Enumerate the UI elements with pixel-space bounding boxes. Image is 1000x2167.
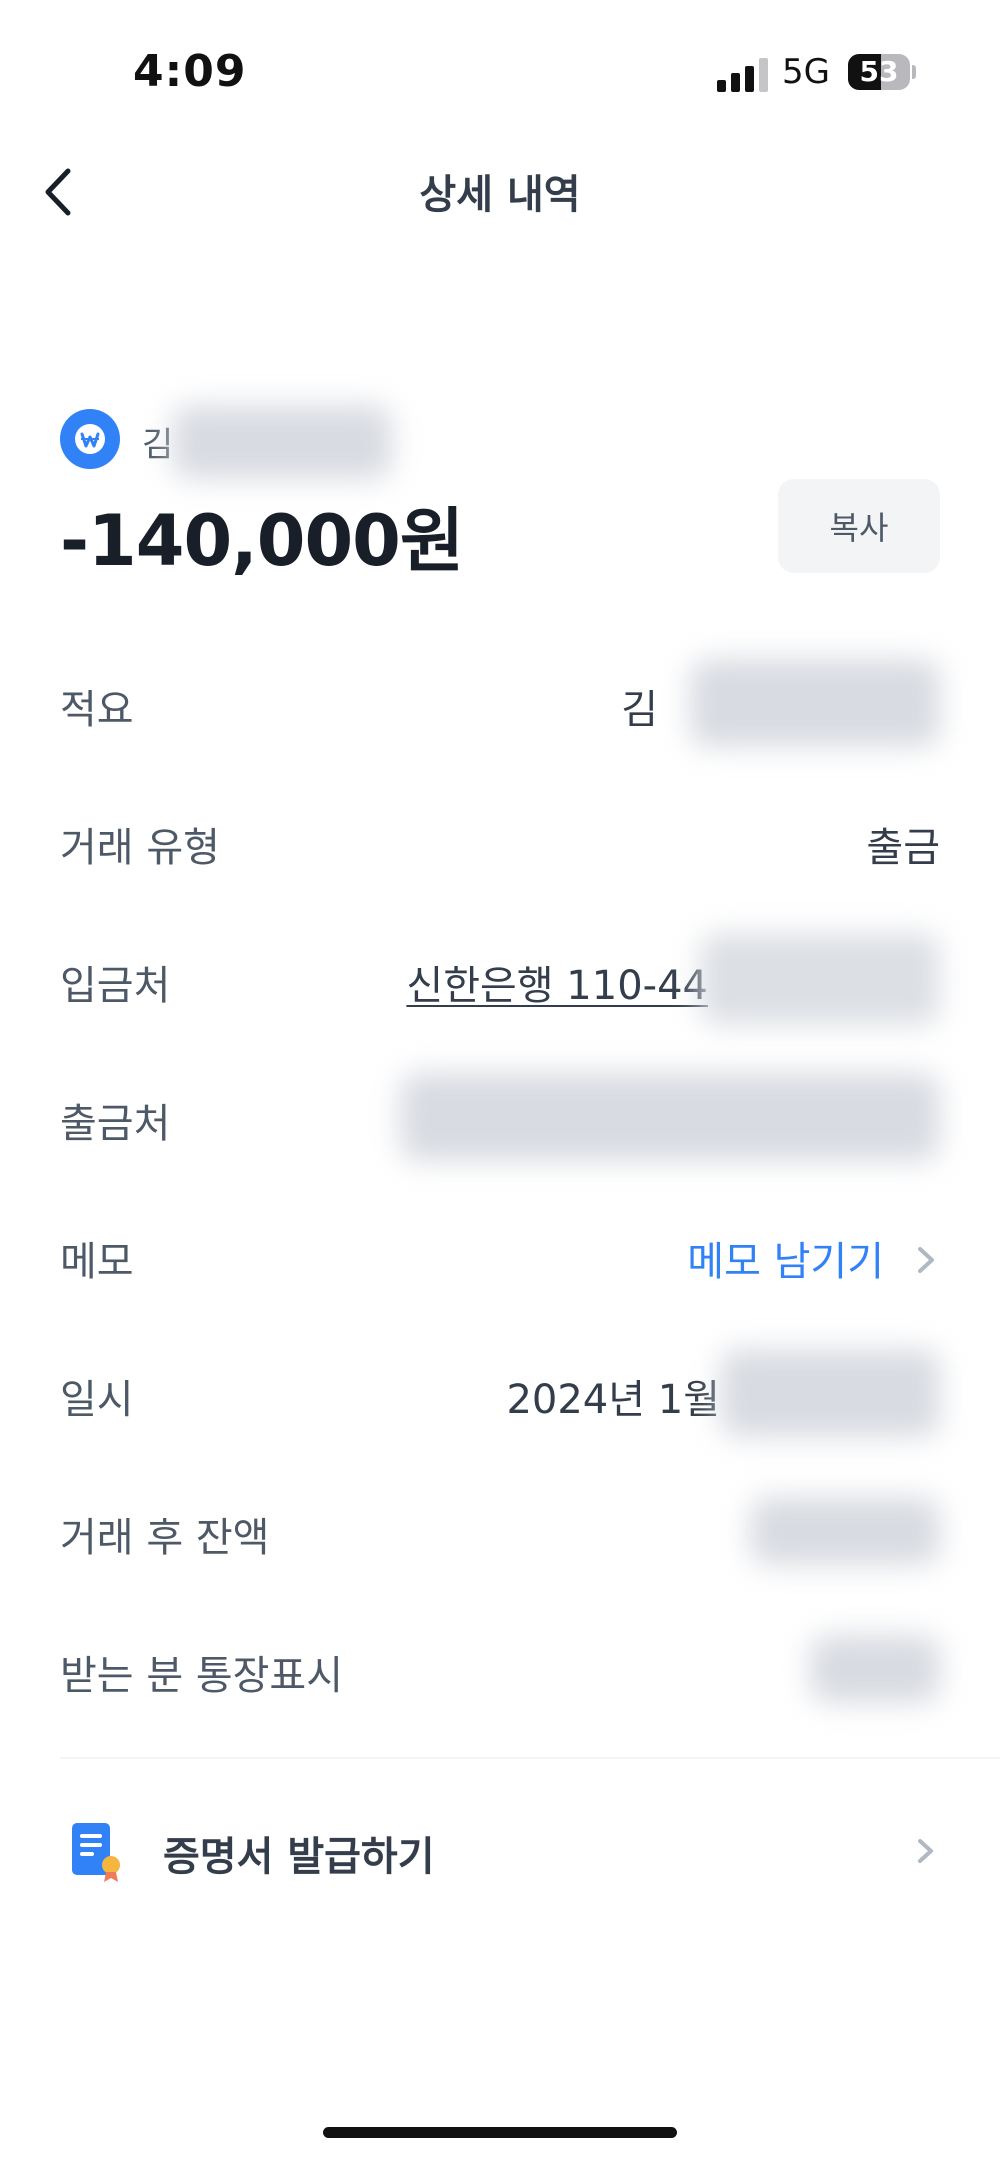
detail-row-deposit-account: 입금처 신한은행 110-44 (60, 911, 940, 1049)
battery-level: 53 (859, 55, 899, 88)
cellular-signal-icon (717, 58, 768, 92)
home-indicator[interactable] (323, 2127, 677, 2138)
won-icon (60, 409, 120, 469)
detail-list: 적요 김 거래 유형 출금 입금처 신한은행 110-44 출금처 메모 메모 … (60, 635, 940, 1739)
redacted-value (750, 1497, 940, 1565)
redacted-value (690, 659, 940, 747)
add-memo-button[interactable]: 메모 남기기 (687, 1229, 940, 1287)
issue-certificate-button[interactable]: 증명서 발급하기 (60, 1800, 940, 1900)
navigation-header: 상세 내역 (0, 150, 1000, 230)
detail-label: 메모 (60, 1239, 134, 1285)
detail-label: 일시 (60, 1377, 134, 1423)
redacted-value (700, 933, 940, 1025)
chevron-right-icon (918, 1839, 933, 1863)
detail-label: 출금처 (60, 1101, 171, 1147)
detail-label: 입금처 (60, 963, 171, 1009)
page-title: 상세 내역 (419, 172, 581, 218)
transaction-amount: -140,000원 (60, 500, 464, 582)
redacted-value (400, 1073, 940, 1161)
detail-value: 2024년 1월 (506, 1377, 720, 1423)
chevron-right-icon (918, 1247, 934, 1273)
network-type: 5G (782, 52, 830, 92)
detail-row-recipient-display: 받는 분 통장표시 (60, 1601, 940, 1739)
detail-row-withdrawal-account: 출금처 (60, 1049, 940, 1187)
detail-row-memo: 메모 메모 남기기 (60, 1187, 940, 1325)
detail-row-datetime: 일시 2024년 1월 (60, 1325, 940, 1463)
detail-value: 출금 (866, 825, 940, 871)
detail-row-summary: 적요 김 (60, 635, 940, 773)
copy-button[interactable]: 복사 (778, 479, 940, 573)
detail-row-balance-after: 거래 후 잔액 (60, 1463, 940, 1601)
counterparty-name: 김 (142, 425, 174, 465)
redacted-value (810, 1635, 940, 1703)
deposit-account-link[interactable]: 신한은행 110-44 (406, 953, 708, 1011)
detail-label: 거래 후 잔액 (60, 1515, 270, 1561)
detail-label: 받는 분 통장표시 (60, 1653, 344, 1699)
redacted-counterparty (172, 405, 392, 479)
status-bar: 4:09 5G 53 (0, 0, 1000, 150)
status-time: 4:09 (133, 46, 247, 97)
transaction-summary: 김 -140,000원 복사 (60, 405, 940, 585)
detail-label: 적요 (60, 687, 134, 733)
redacted-value (720, 1349, 940, 1437)
divider (60, 1757, 1000, 1759)
add-memo-label: 메모 남기기 (687, 1239, 884, 1285)
certificate-document-icon (72, 1823, 120, 1882)
detail-value: 김 (621, 687, 658, 733)
detail-label: 거래 유형 (60, 825, 220, 871)
battery-icon: 53 (848, 54, 916, 90)
issue-certificate-label: 증명서 발급하기 (163, 1834, 435, 1880)
detail-row-transaction-type: 거래 유형 출금 (60, 773, 940, 911)
